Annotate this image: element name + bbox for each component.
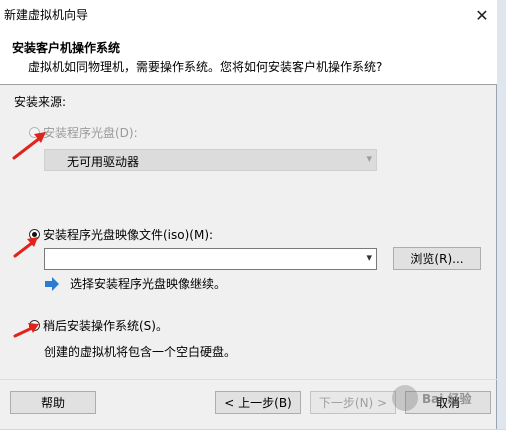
radio-install-later[interactable]: 稍后安装操作系统(S)。 <box>29 317 168 334</box>
iso-hint-text: 选择安装程序光盘映像继续。 <box>70 277 227 291</box>
arrow-right-icon <box>45 276 59 291</box>
chevron-down-icon[interactable]: ▾ <box>366 251 372 264</box>
chevron-down-icon: ▾ <box>366 152 372 165</box>
annotation-arrow-icon <box>13 237 38 258</box>
iso-path-combobox[interactable]: ▾ <box>44 248 377 270</box>
install-source-label: 安装来源: <box>14 95 67 109</box>
drive-select-value: 无可用驱动器 <box>67 155 140 169</box>
baidu-watermark: Bai 经验 <box>392 378 492 418</box>
annotation-arrow-icon <box>13 323 39 338</box>
radio-install-iso[interactable]: 安装程序光盘映像文件(iso)(M): <box>29 226 213 243</box>
install-disc-label: 安装程序光盘(D): <box>43 126 138 140</box>
back-button[interactable]: < 上一步(B) <box>215 391 301 414</box>
close-icon[interactable]: ✕ <box>467 0 497 30</box>
new-vm-wizard-window: 新建虚拟机向导 ✕ 安装客户机操作系统 虚拟机如同物理机，需要操作系统。您将如何… <box>0 0 497 429</box>
next-button[interactable]: 下一步(N) > <box>310 391 396 414</box>
page-subtitle: 虚拟机如同物理机，需要操作系统。您将如何安装客户机操作系统? <box>28 60 383 74</box>
title-bar: 新建虚拟机向导 ✕ <box>0 0 497 31</box>
drive-select[interactable]: 无可用驱动器 ▾ <box>44 149 377 171</box>
annotation-arrow-icon <box>12 132 46 160</box>
install-iso-label: 安装程序光盘映像文件(iso)(M): <box>43 228 214 242</box>
background-strip <box>497 0 506 429</box>
paw-icon <box>392 385 418 411</box>
page-title: 安装客户机操作系统 <box>12 41 121 55</box>
install-later-label: 稍后安装操作系统(S)。 <box>43 319 168 333</box>
window-title: 新建虚拟机向导 <box>4 8 89 22</box>
iso-hint: 选择安装程序光盘映像继续。 <box>44 275 226 292</box>
install-later-description: 创建的虚拟机将包含一个空白硬盘。 <box>44 345 237 359</box>
watermark-text: Bai 经验 <box>422 391 472 406</box>
browse-button[interactable]: 浏览(R)... <box>393 247 481 270</box>
help-button[interactable]: 帮助 <box>10 391 96 414</box>
wizard-header: 安装客户机操作系统 虚拟机如同物理机，需要操作系统。您将如何安装客户机操作系统? <box>0 30 497 85</box>
